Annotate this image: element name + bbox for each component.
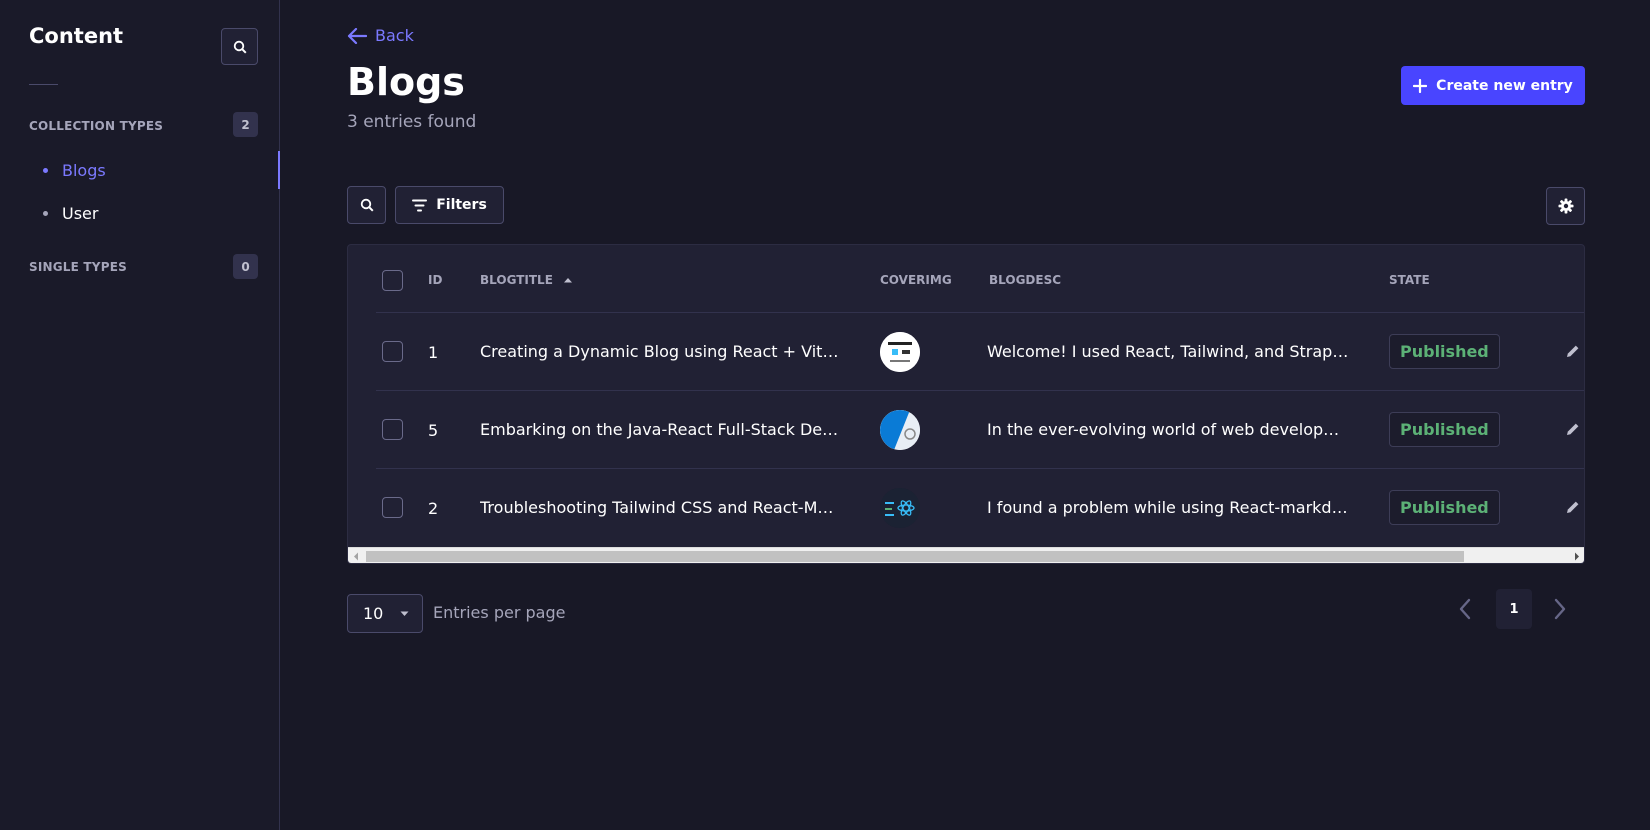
row-checkbox[interactable] xyxy=(382,419,403,440)
column-header-blogdesc[interactable]: BLOGDESC xyxy=(989,273,1061,287)
pencil-icon[interactable] xyxy=(1565,421,1581,437)
scrollbar-thumb[interactable] xyxy=(366,551,1464,562)
scroll-right-arrow-icon[interactable] xyxy=(1574,552,1580,561)
cover-image-thumbnail xyxy=(880,488,920,528)
filter-icon xyxy=(412,199,428,211)
pencil-icon[interactable] xyxy=(1565,499,1581,515)
entries-table: ID BLOGTITLE COVERIMG BLOGDESC STATE 1 C… xyxy=(347,244,1585,564)
status-badge: Published xyxy=(1389,490,1500,525)
page-number-button[interactable]: 1 xyxy=(1496,589,1532,629)
table-search-button[interactable] xyxy=(347,186,386,224)
column-header-blogtitle[interactable]: BLOGTITLE xyxy=(480,273,573,287)
row-blogdesc: Welcome! I used React, Tailwind, and Str… xyxy=(987,342,1349,361)
status-badge: Published xyxy=(1389,412,1500,447)
entries-per-page-label: Entries per page xyxy=(433,603,566,622)
create-new-entry-button[interactable]: Create new entry xyxy=(1401,66,1585,105)
section-single-types: SINGLE TYPES xyxy=(29,260,127,274)
cover-image-thumbnail xyxy=(880,410,920,450)
select-all-checkbox[interactable] xyxy=(382,270,403,291)
column-header-state[interactable]: STATE xyxy=(1389,273,1430,287)
previous-page-icon[interactable] xyxy=(1458,598,1472,620)
row-id: 1 xyxy=(428,342,439,362)
cover-image-thumbnail xyxy=(880,332,920,372)
scroll-left-arrow-icon[interactable] xyxy=(353,552,359,561)
row-id: 5 xyxy=(428,420,439,440)
filters-label: Filters xyxy=(436,197,487,213)
section-collection-types: COLLECTION TYPES xyxy=(29,119,164,133)
row-blogtitle: Troubleshooting Tailwind CSS and React-M… xyxy=(480,498,842,517)
row-checkbox[interactable] xyxy=(382,497,403,518)
pencil-icon[interactable] xyxy=(1565,343,1581,359)
single-types-count: 0 xyxy=(233,254,258,279)
table-row[interactable]: 5 Embarking on the Java-React Full-Stack… xyxy=(376,390,1584,468)
caret-down-icon xyxy=(400,611,409,616)
column-header-id[interactable]: ID xyxy=(428,273,442,287)
arrow-left-icon xyxy=(347,27,367,44)
column-header-coverimg[interactable]: COVERIMG xyxy=(880,273,952,287)
row-checkbox[interactable] xyxy=(382,341,403,362)
filters-button[interactable]: Filters xyxy=(395,186,504,224)
sidebar-item-label: Blogs xyxy=(62,160,106,180)
next-page-icon[interactable] xyxy=(1553,598,1567,620)
row-blogdesc: I found a problem while using React-mark… xyxy=(987,498,1349,517)
back-label: Back xyxy=(375,26,414,45)
row-id: 2 xyxy=(428,498,439,518)
page-title: Blogs xyxy=(347,60,465,104)
sidebar-item-blogs[interactable]: Blogs xyxy=(29,151,280,189)
search-icon xyxy=(360,198,374,212)
gear-icon xyxy=(1558,198,1573,214)
horizontal-scrollbar[interactable] xyxy=(348,547,1584,563)
row-blogtitle: Embarking on the Java-React Full-Stack D… xyxy=(480,420,842,439)
sidebar-search-button[interactable] xyxy=(221,28,258,65)
bullet-icon xyxy=(43,167,48,173)
sidebar-divider xyxy=(29,84,58,85)
back-link[interactable]: Back xyxy=(347,26,414,45)
row-blogdesc: In the ever-evolving world of web develo… xyxy=(987,420,1349,439)
sidebar-item-label: User xyxy=(62,203,99,223)
sidebar: Content COLLECTION TYPES 2 Blogs User SI… xyxy=(0,0,280,830)
entries-count: 3 entries found xyxy=(347,112,477,132)
table-row[interactable]: 2 Troubleshooting Tailwind CSS and React… xyxy=(376,468,1584,546)
collection-types-count: 2 xyxy=(233,112,258,137)
bullet-icon xyxy=(43,210,48,216)
entries-per-page-select[interactable]: 10 xyxy=(347,594,423,633)
plus-icon xyxy=(1413,78,1428,93)
row-blogtitle: Creating a Dynamic Blog using React + Vi… xyxy=(480,342,842,361)
sort-ascending-icon xyxy=(563,278,572,283)
sidebar-item-user[interactable]: User xyxy=(29,194,280,232)
search-icon xyxy=(233,40,247,54)
per-page-value: 10 xyxy=(363,604,384,623)
sidebar-title: Content xyxy=(29,24,124,48)
status-badge: Published xyxy=(1389,334,1500,369)
table-row[interactable]: 1 Creating a Dynamic Blog using React + … xyxy=(376,312,1584,390)
settings-button[interactable] xyxy=(1546,187,1585,225)
create-new-entry-label: Create new entry xyxy=(1436,77,1573,94)
